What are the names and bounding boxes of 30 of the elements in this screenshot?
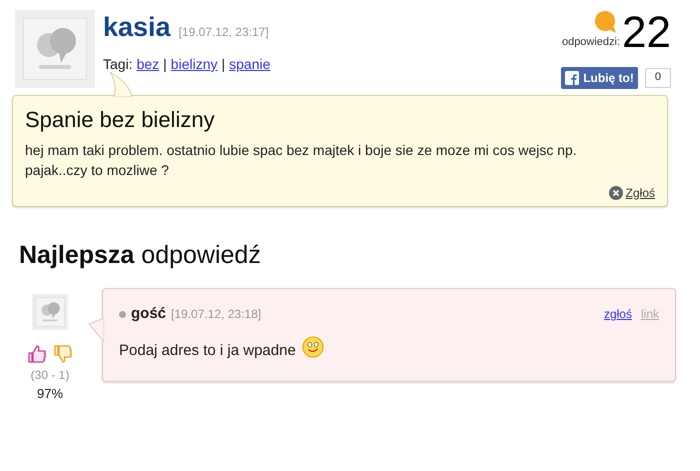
report-link[interactable]: zgłoś	[604, 305, 632, 324]
question-body: hej mam taki problem. ostatnio lubie spac bez majtek i boje sie ze moze mi cos wejsc np. pajak..czy to mozliwe ?	[25, 140, 578, 180]
tag-separator: |	[163, 55, 167, 74]
report-link[interactable]: Zgłoś	[608, 184, 655, 202]
avatar-icon	[15, 10, 95, 88]
answer-date: [19.07.12, 23:18]	[171, 306, 262, 324]
question-title: Spanie bez bielizny	[25, 106, 216, 134]
answers-count: 22	[622, 10, 671, 54]
tags-label: Tagi:	[103, 55, 133, 74]
facebook-icon	[565, 70, 580, 84]
post-date: [19.07.12, 23:17]	[178, 24, 269, 41]
author-name[interactable]: kasia	[103, 10, 171, 44]
vote-percent: 97%	[36, 385, 64, 403]
answer-author[interactable]: gość	[131, 303, 166, 326]
smiley-icon	[302, 336, 324, 358]
tag-link[interactable]: bez	[136, 54, 160, 75]
answer-body: Podaj adres to i ja wpadne	[119, 340, 296, 360]
avatar-icon	[32, 294, 68, 330]
best-answer-heading: Najlepsza odpowiedź	[19, 240, 262, 270]
close-icon	[608, 186, 623, 200]
thumbs-up-icon[interactable]	[27, 344, 47, 364]
like-count: 0	[644, 68, 671, 88]
status-dot-icon	[119, 310, 126, 318]
tag-link[interactable]: spanie	[229, 54, 270, 75]
answers-label: odpowiedzi:	[562, 35, 620, 50]
thumbs-down-icon[interactable]	[53, 344, 73, 364]
tag-separator: |	[222, 55, 226, 74]
vote-count: (30 - 1)	[30, 367, 70, 384]
like-button[interactable]: Lubię to!	[561, 66, 638, 88]
tag-link[interactable]: bielizny	[170, 54, 218, 75]
